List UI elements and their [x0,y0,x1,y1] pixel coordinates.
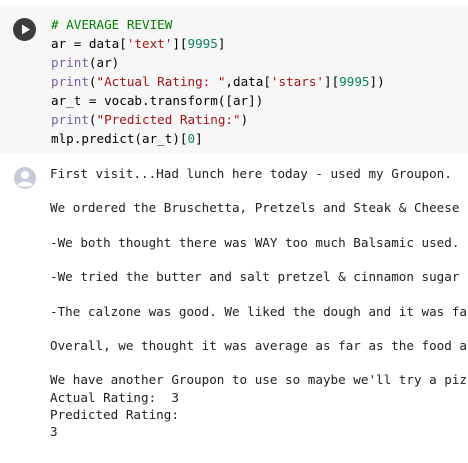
code-builtin: print [51,55,89,70]
code-text: mlp.predict(ar_t)[ [51,131,188,146]
code-builtin: print [51,74,89,89]
actual-rating-line: Actual Rating: 3 [50,389,179,405]
code-text: ,data[ [225,74,271,89]
output-line: First visit...Had lunch here today - use… [50,166,452,181]
code-text: ][ [172,36,188,51]
play-icon [22,24,30,35]
output-line: -We tried the butter and salt pretzel & … [50,269,460,285]
output-line: -We both thought there was WAY too much … [50,234,460,250]
code-editor[interactable]: # AVERAGE REVIEW ar = data['text'][9995]… [51,15,385,148]
predicted-rating-value: 3 [50,424,58,440]
code-string: 'text' [126,36,173,51]
code-comment: # AVERAGE REVIEW [51,17,173,32]
output-line: We have another Groupon to use so maybe … [50,372,468,388]
output-line: -The calzone was good. We liked the doug… [50,303,468,319]
output-line: Overall, we thought it was average as fa… [50,338,468,354]
code-text: ar = data[ [51,36,127,51]
code-text: ]) [369,74,385,89]
code-cell[interactable]: # AVERAGE REVIEW ar = data['text'][9995]… [0,6,468,153]
code-number: 9995 [187,36,218,51]
code-text: (ar) [88,55,120,70]
output-avatar-icon [13,166,37,190]
output-text: First visit...Had lunch here today - use… [50,165,468,440]
code-string: "Actual Rating: " [96,74,226,89]
predicted-rating-label: Predicted Rating: [50,406,179,422]
run-cell-button[interactable] [13,18,36,41]
code-number: 9995 [339,74,370,89]
code-builtin: print [51,112,89,127]
code-number: 0 [187,131,196,146]
code-text: ( [88,74,97,89]
code-text: ] [195,131,203,146]
code-text: ( [88,112,97,127]
code-text: ] [217,36,226,51]
code-string: 'stars' [270,74,324,89]
code-text: ) [240,112,249,127]
code-string: "Predicted Rating:" [96,112,241,127]
output-line: We ordered the Bruschetta, Pretzels and … [50,200,460,216]
code-text: ][ [324,74,340,89]
cell-output: First visit...Had lunch here today - use… [50,165,468,455]
code-text: ar_t = vocab.transform([ar]) [51,93,264,108]
